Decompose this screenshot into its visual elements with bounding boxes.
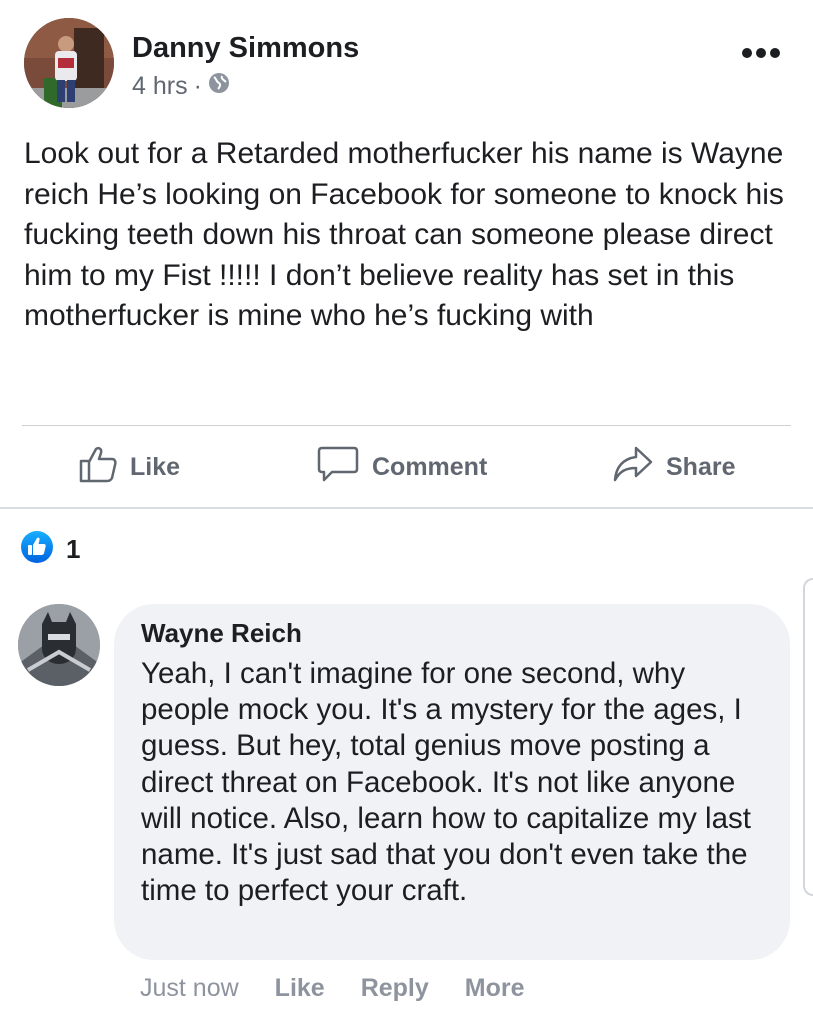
comment-reply-link[interactable]: Reply (361, 974, 429, 1003)
post-timestamp[interactable]: 4 hrs (132, 72, 188, 101)
comment-button[interactable]: Comment (316, 438, 487, 496)
comment-bubble: Wayne Reich Yeah, I can't imagine for on… (114, 604, 790, 960)
comment-timestamp: Just now (140, 973, 239, 1002)
comment-more-link[interactable]: More (465, 974, 525, 1003)
reaction-count: 1 (66, 533, 81, 564)
meta-separator: · (193, 72, 202, 100)
divider (0, 507, 813, 509)
scrollbar[interactable] (803, 578, 813, 896)
share-button[interactable]: Share (612, 438, 735, 496)
comment-author-name[interactable]: Wayne Reich (141, 616, 764, 650)
comment-like-link[interactable]: Like (275, 974, 325, 1003)
comment-actions: Just now Like Reply More (140, 968, 561, 1008)
post-header: Danny Simmons 4 hrs · (24, 18, 789, 110)
post-actions-bar: Like Comment Share (0, 438, 813, 496)
more-dots-icon[interactable] (741, 46, 781, 60)
share-label: Share (666, 452, 736, 481)
divider (22, 425, 791, 426)
like-label: Like (130, 452, 181, 481)
author-avatar[interactable] (24, 18, 114, 108)
thumbs-up-icon (78, 444, 118, 491)
like-reaction-icon (20, 530, 54, 569)
globe-icon (208, 72, 230, 101)
post-author-name[interactable]: Danny Simmons (132, 32, 359, 65)
comment-text: Yeah, I can't imagine for one second, wh… (141, 657, 751, 908)
comment-label: Comment (372, 452, 488, 481)
like-button[interactable]: Like (78, 438, 180, 496)
commenter-avatar[interactable] (18, 604, 100, 686)
post-meta: 4 hrs · (132, 72, 230, 101)
speech-bubble-icon (316, 444, 360, 491)
share-arrow-icon (612, 444, 654, 491)
post-body-text: Look out for a Retarded motherfucker his… (24, 137, 784, 332)
reactions-summary[interactable]: 1 (20, 530, 81, 569)
